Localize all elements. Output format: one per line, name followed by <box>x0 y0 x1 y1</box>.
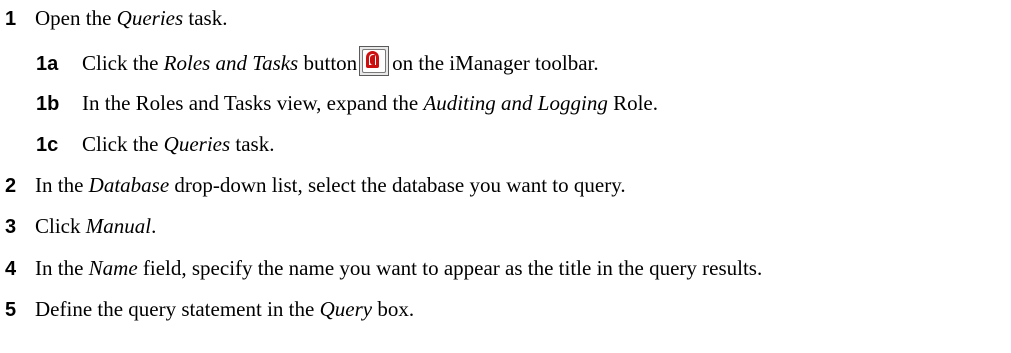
step-text: Define the query statement in the Query … <box>35 297 415 321</box>
step-4: 4 In the Name field, specify the name you… <box>5 255 762 281</box>
step-number: 5 <box>5 299 17 321</box>
step-text: In the Database drop-down list, select t… <box>35 173 626 197</box>
step-1c: 1c Click the Queries task. <box>36 131 274 157</box>
step-text: In the Name field, specify the name you … <box>35 256 763 280</box>
roles-and-tasks-icon[interactable] <box>359 46 390 76</box>
step-2: 2 In the Database drop-down list, select … <box>5 172 626 198</box>
step-number: 1b <box>36 93 60 115</box>
step-3: 3 Click Manual. <box>5 213 156 239</box>
step-text: Click the Roles and Tasks button on the i… <box>82 46 599 76</box>
step-text: Open the Queries task. <box>35 6 228 30</box>
step-number: 4 <box>5 258 17 280</box>
instruction-document: 1 Open the Queries task. 1a Click the Role… <box>0 0 1011 353</box>
step-text: In the Roles and Tasks view, expand the … <box>82 91 658 115</box>
step-5: 5 Define the query statement in the Query… <box>5 296 414 322</box>
step-1: 1 Open the Queries task. <box>5 5 227 31</box>
step-number: 1c <box>36 134 59 156</box>
step-1b: 1b In the Roles and Tasks view, expand th… <box>36 90 658 116</box>
step-text: Click Manual. <box>35 214 157 238</box>
step-number: 1a <box>36 53 59 75</box>
step-number: 1 <box>5 8 17 30</box>
step-1a: 1a Click the Roles and Tasks button on the… <box>36 46 599 76</box>
step-number: 2 <box>5 175 17 197</box>
step-text: Click the Queries task. <box>82 132 275 156</box>
step-number: 3 <box>5 216 17 238</box>
